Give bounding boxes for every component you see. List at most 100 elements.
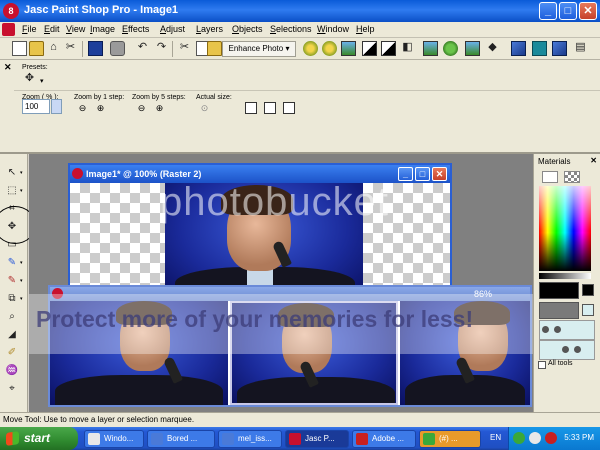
clock[interactable]: 5:33 PM [564,433,594,442]
menu-help[interactable]: Help [356,23,375,36]
enhance-photo-dropdown[interactable]: Enhance Photo ▾ [222,41,296,57]
system-tray: 5:33 PM [508,427,600,450]
chevron-down-icon[interactable]: ▾ [20,188,23,194]
texture-icon[interactable] [554,326,561,333]
fit-image-icon[interactable] [264,102,276,114]
scissors-tool-icon[interactable]: ✂ [63,41,78,56]
chevron-down-icon[interactable]: ▾ [20,278,23,284]
actual-size-icon[interactable]: ⊙ [198,102,211,115]
histogram-icon[interactable] [423,41,438,56]
foreground-mini-swatch[interactable] [582,284,594,296]
menu-selections[interactable]: Selections [270,23,312,36]
menu-file[interactable]: File [22,23,37,36]
start-button[interactable]: start [0,427,78,450]
chevron-down-icon[interactable]: ▾ [20,260,23,266]
chevron-down-icon[interactable]: ▾ [20,170,23,176]
clone-brush-icon[interactable]: ✎ [5,274,19,287]
language-indicator[interactable]: EN [490,433,501,442]
selection-tool-icon[interactable]: ⬚ [5,184,19,197]
move-preset-icon[interactable]: ✥ [22,72,37,87]
network-icon[interactable] [513,432,525,444]
taskbar-item[interactable]: Adobe ... [352,430,416,448]
dodge-tool-icon[interactable]: ⌕ [5,310,19,323]
style-icon[interactable] [562,346,569,353]
cut-icon[interactable]: ✂ [177,41,192,56]
menu-view[interactable]: View [66,23,85,36]
open-folder-icon[interactable] [29,41,44,56]
fit-window-icon[interactable] [245,102,257,114]
menu-layers[interactable]: Layers [196,23,223,36]
redo-icon[interactable]: ↷ [154,41,169,56]
sharpen-icon[interactable]: ◧ [400,41,415,56]
grayscale-bar[interactable] [539,273,591,279]
color-balance-icon[interactable] [443,41,458,56]
app-icon[interactable]: 8 [3,3,19,19]
layers-palette-icon[interactable] [552,41,567,56]
taskbar-item[interactable]: mel_iss... [218,430,282,448]
zoom-percent-input[interactable]: 100 [22,99,50,114]
image-minimize-button[interactable]: _ [398,167,413,181]
learning-center-icon[interactable]: ▤ [573,41,588,56]
taskbar-item[interactable]: Windo... [84,430,144,448]
fill-tool-icon[interactable]: ♒ [5,364,19,377]
system-menu-icon[interactable] [2,23,15,36]
browser-icon[interactable] [511,41,526,56]
image-maximize-button[interactable]: □ [415,167,430,181]
background-mini-swatch[interactable] [582,304,594,316]
menu-objects[interactable]: Objects [232,23,263,36]
photo-fix-icon[interactable] [341,41,356,56]
close-icon[interactable]: ✕ [4,62,12,73]
style-icon[interactable] [542,326,549,333]
print-icon[interactable] [110,41,125,56]
levels-icon[interactable] [381,41,396,56]
close-button[interactable]: ✕ [579,2,597,20]
zoom-in-5-icon[interactable]: ⊕ [153,102,166,115]
all-tools-label: All tools [548,360,573,367]
zoom-in-icon[interactable]: ⊕ [94,102,107,115]
taskbar-item[interactable]: Bored ... [147,430,215,448]
taskbar-item-active[interactable]: Jasc P... [285,430,349,448]
all-tools-checkbox[interactable] [538,361,546,369]
minimize-button[interactable]: _ [539,2,557,20]
new-file-icon[interactable] [12,41,27,56]
rainbow-tab[interactable] [542,171,558,183]
volume-icon[interactable] [529,432,541,444]
picture-frame-icon[interactable] [465,41,480,56]
foreground-swatch[interactable] [539,282,579,299]
zoom-out-5-icon[interactable]: ⊖ [135,102,148,115]
menu-edit[interactable]: Edit [44,23,60,36]
brush-variant-icon[interactable]: ✐ [5,346,19,359]
paint-brush-icon[interactable]: ✎ [5,256,19,269]
zoom-spinner[interactable] [51,99,62,114]
swatches-tab[interactable] [564,171,580,183]
scratch-remover-icon[interactable]: ⧉ [5,292,19,305]
image-close-button[interactable]: ✕ [432,167,447,181]
eraser-icon[interactable]: ◢ [5,328,19,341]
menu-window[interactable]: Window [317,23,349,36]
save-icon[interactable] [88,41,103,56]
texture-icon[interactable] [574,346,581,353]
chevron-down-icon[interactable]: ▾ [40,77,44,85]
chevron-down-icon[interactable]: ▾ [20,296,23,302]
palette-toggle-icon[interactable] [532,41,547,56]
zoom-out-icon[interactable]: ⊖ [76,102,89,115]
cube-icon[interactable]: ◆ [485,41,500,56]
menu-effects[interactable]: Effects [122,23,149,36]
close-icon[interactable]: ✕ [590,156,597,165]
background-swatch[interactable] [539,302,579,319]
one-step-fix-icon[interactable] [303,41,318,56]
browse-icon[interactable]: ⌂ [46,41,61,56]
paste-icon[interactable] [207,41,222,56]
security-icon[interactable] [545,432,557,444]
picture-tube-icon[interactable]: ⌖ [5,382,19,395]
maximize-button[interactable]: □ [559,2,577,20]
pointer-tool-icon[interactable]: ↖ [5,166,19,179]
red-eye-icon[interactable] [322,41,337,56]
menu-image[interactable]: Image [90,23,115,36]
undo-icon[interactable]: ↶ [135,41,150,56]
menu-adjust[interactable]: Adjust [160,23,185,36]
taskbar-item[interactable]: (#) ... [419,430,481,448]
fit-screen-icon[interactable] [283,102,295,114]
contrast-icon[interactable] [362,41,377,56]
color-spectrum[interactable] [539,186,591,271]
